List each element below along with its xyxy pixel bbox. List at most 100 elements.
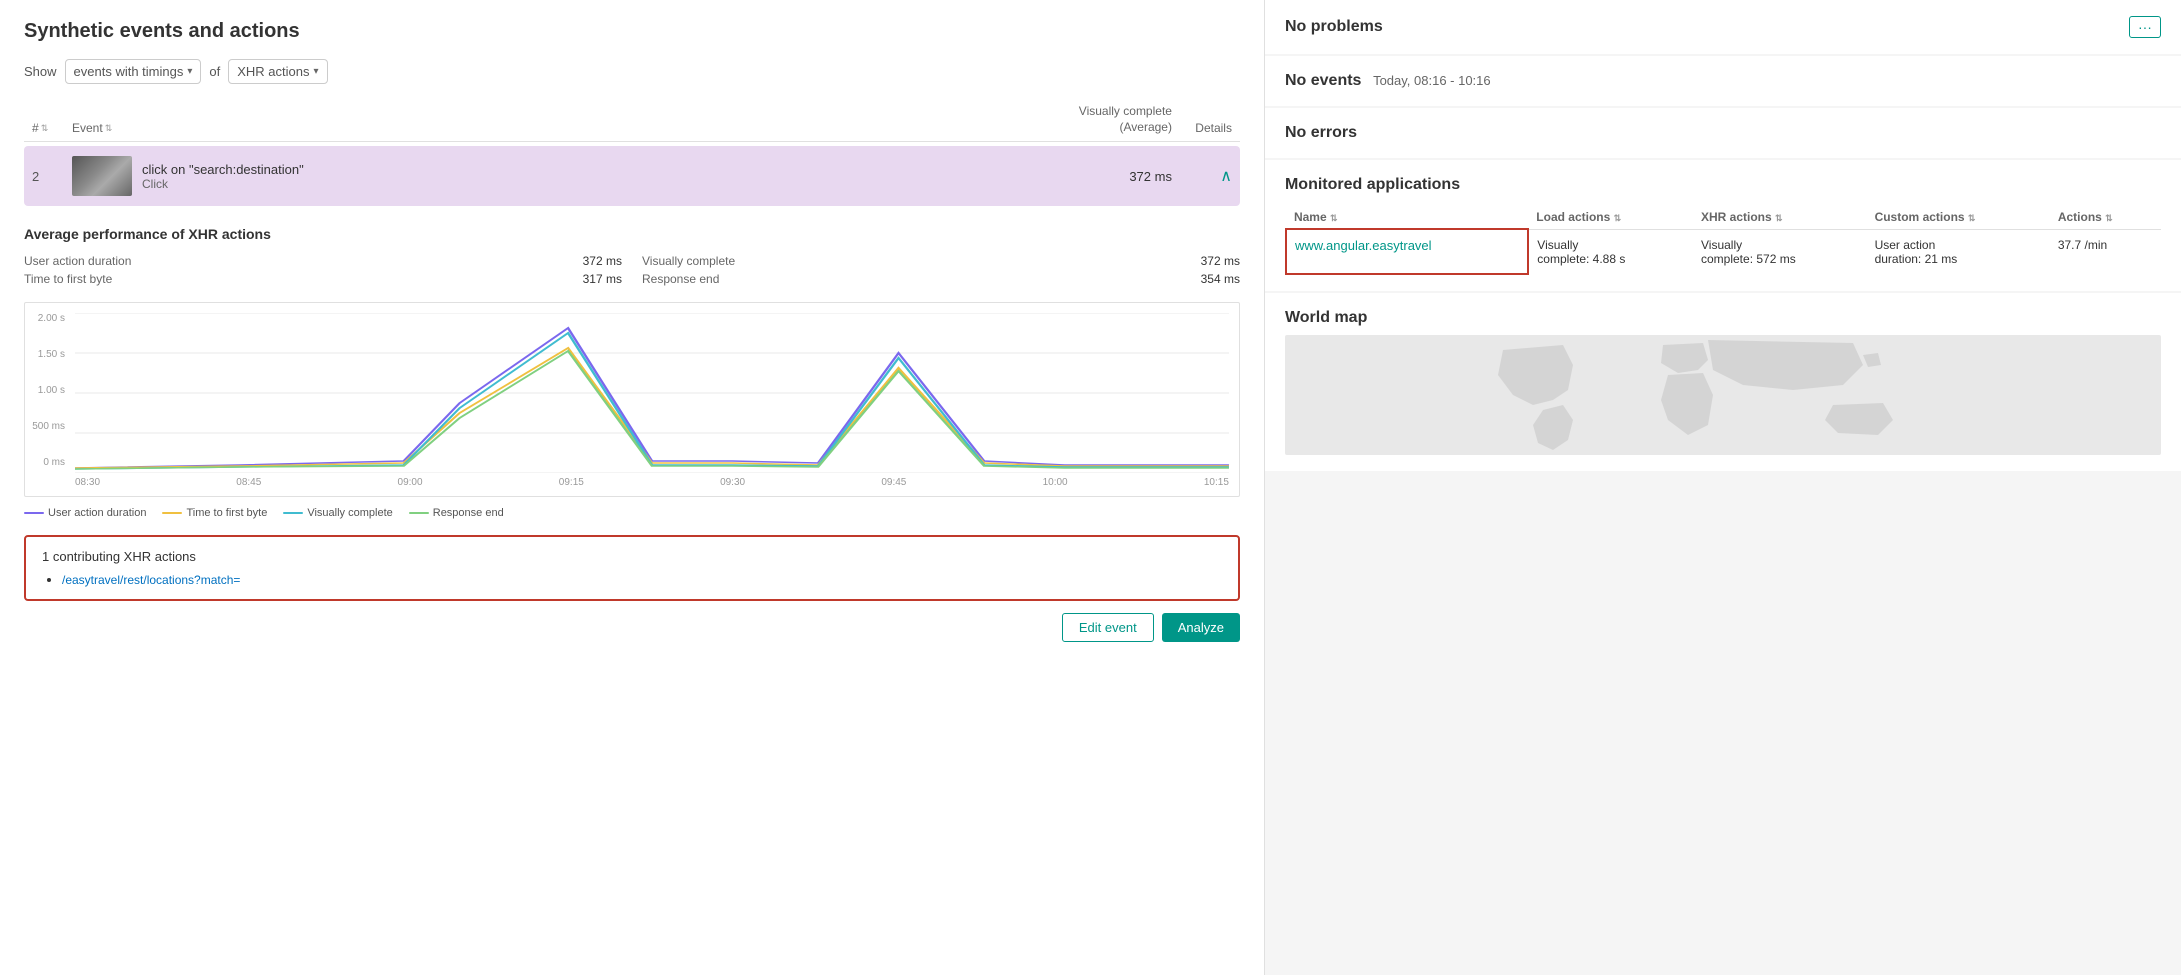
x-label-1: 08:30: [75, 477, 100, 488]
x-label-4: 09:15: [559, 477, 584, 488]
dropdown1-arrow-icon: ▾: [187, 66, 192, 77]
legend-label-2: Time to first byte: [186, 507, 267, 519]
event-thumbnail: [72, 156, 132, 196]
filter-row: Show events with timings ▾ of XHR action…: [24, 59, 1240, 84]
app-table-row: www.angular.easytravel Visually complete…: [1286, 229, 2161, 274]
col-header-load: Load actions ⇅: [1528, 206, 1693, 229]
problems-more-button[interactable]: ···: [2129, 16, 2161, 38]
metric-value-3: 372 ms: [1201, 254, 1240, 268]
col-details: Details: [1172, 121, 1232, 135]
load-actions-cell: Visually complete: 4.88 s: [1528, 229, 1693, 274]
monitored-table: Name ⇅ Load actions ⇅ XHR actions ⇅ Cust…: [1285, 206, 2161, 275]
monitored-title: Monitored applications: [1285, 176, 1460, 193]
x-label-7: 10:00: [1043, 477, 1068, 488]
metric-row-2: Time to first byte 317 ms: [24, 272, 622, 286]
metric-row-3: Visually complete 372 ms: [642, 254, 1240, 268]
of-label: of: [209, 64, 220, 79]
y-label-1: 2.00 s: [25, 313, 71, 324]
show-label: Show: [24, 64, 57, 79]
metric-label-3: Visually complete: [642, 254, 735, 268]
x-label-5: 09:30: [720, 477, 745, 488]
perf-title: Average performance of XHR actions: [24, 226, 1240, 242]
page-title: Synthetic events and actions: [24, 20, 1240, 43]
y-label-5: 0 ms: [25, 457, 71, 468]
problems-section: No problems ···: [1265, 0, 2181, 54]
event-content: click on "search:destination" Click: [72, 156, 1032, 196]
sort-icon-num: ⇅: [41, 123, 49, 134]
col-header-custom: Custom actions ⇅: [1867, 206, 2050, 229]
events-title: No events: [1285, 72, 1361, 89]
custom-actions-cell: User action duration: 21 ms: [1867, 229, 2050, 274]
event-title: click on "search:destination": [142, 162, 304, 177]
metric-row-1: User action duration 372 ms: [24, 254, 622, 268]
action-buttons: Edit event Analyze: [24, 613, 1240, 642]
event-number: 2: [32, 169, 72, 184]
chart-y-axis: 2.00 s 1.50 s 1.00 s 500 ms 0 ms: [25, 313, 71, 468]
metric-value-1: 372 ms: [583, 254, 622, 268]
errors-title: No errors: [1285, 124, 1357, 141]
col-header-name: Name ⇅: [1286, 206, 1528, 229]
metric-value-2: 317 ms: [583, 272, 622, 286]
xhr-box: 1 contributing XHR actions /easytravel/r…: [24, 535, 1240, 601]
actions-dropdown[interactable]: XHR actions ▾: [228, 59, 327, 84]
chart-legend: User action duration Time to first byte …: [24, 507, 1240, 519]
chart-svg: [75, 313, 1229, 473]
legend-item-2: Time to first byte: [162, 507, 267, 519]
event-type: Click: [142, 177, 304, 191]
chart-container: 2.00 s 1.50 s 1.00 s 500 ms 0 ms: [24, 302, 1240, 497]
world-map: [1285, 335, 2161, 455]
y-label-4: 500 ms: [25, 421, 71, 432]
right-panel: No problems ··· No events Today, 08:16 -…: [1265, 0, 2181, 975]
perf-section: Average performance of XHR actions User …: [24, 226, 1240, 519]
chart-area: [75, 313, 1229, 473]
y-label-2: 1.50 s: [25, 349, 71, 360]
legend-item-1: User action duration: [24, 507, 146, 519]
metric-value-4: 354 ms: [1201, 272, 1240, 286]
monitored-section: Monitored applications Name ⇅ Load actio…: [1265, 160, 2181, 291]
event-text: click on "search:destination" Click: [142, 162, 304, 191]
xhr-box-title: 1 contributing XHR actions: [42, 549, 1222, 564]
xhr-link[interactable]: /easytravel/rest/locations?match=: [62, 573, 240, 587]
col-num[interactable]: # ⇅: [32, 121, 72, 135]
y-label-3: 1.00 s: [25, 385, 71, 396]
legend-color-4: [409, 512, 429, 514]
x-label-2: 08:45: [236, 477, 261, 488]
metric-label-4: Response end: [642, 272, 719, 286]
errors-section: No errors: [1265, 108, 2181, 158]
events-dropdown[interactable]: events with timings ▾: [65, 59, 202, 84]
table-header: # ⇅ Event ⇅ Visually complete (Average) …: [24, 104, 1240, 142]
problems-title: No problems: [1285, 18, 1383, 36]
app-link[interactable]: www.angular.easytravel: [1295, 238, 1432, 253]
worldmap-title: World map: [1285, 309, 1367, 326]
edit-event-button[interactable]: Edit event: [1062, 613, 1154, 642]
left-panel: Synthetic events and actions Show events…: [0, 0, 1265, 975]
x-label-6: 09:45: [881, 477, 906, 488]
chart-x-axis: 08:30 08:45 09:00 09:15 09:30 09:45 10:0…: [75, 477, 1229, 488]
metric-label-2: Time to first byte: [24, 272, 112, 286]
analyze-button[interactable]: Analyze: [1162, 613, 1240, 642]
perf-metrics: User action duration 372 ms Visually com…: [24, 254, 1240, 286]
legend-label-1: User action duration: [48, 507, 146, 519]
col-event[interactable]: Event ⇅: [72, 121, 1032, 135]
xhr-actions-cell: Visually complete: 572 ms: [1693, 229, 1867, 274]
col-header-xhr: XHR actions ⇅: [1693, 206, 1867, 229]
legend-label-3: Visually complete: [307, 507, 392, 519]
app-name-cell: www.angular.easytravel: [1286, 229, 1528, 274]
events-subtitle: Today, 08:16 - 10:16: [1373, 73, 1491, 88]
dropdown2-arrow-icon: ▾: [313, 66, 318, 77]
worldmap-section: World map: [1265, 293, 2181, 471]
sort-icon-event: ⇅: [105, 123, 113, 134]
legend-item-3: Visually complete: [283, 507, 392, 519]
actions-cell: 37.7 /min: [2050, 229, 2161, 274]
legend-color-1: [24, 512, 44, 514]
metric-label-1: User action duration: [24, 254, 131, 268]
legend-color-2: [162, 512, 182, 514]
legend-color-3: [283, 512, 303, 514]
legend-label-4: Response end: [433, 507, 504, 519]
legend-item-4: Response end: [409, 507, 504, 519]
table-row[interactable]: 2 click on "search:destination" Click 37…: [24, 146, 1240, 206]
expand-icon[interactable]: ∧: [1172, 166, 1232, 186]
event-timing: 372 ms: [1032, 169, 1172, 184]
col-visually-complete: Visually complete (Average): [1032, 104, 1172, 135]
x-label-3: 09:00: [398, 477, 423, 488]
